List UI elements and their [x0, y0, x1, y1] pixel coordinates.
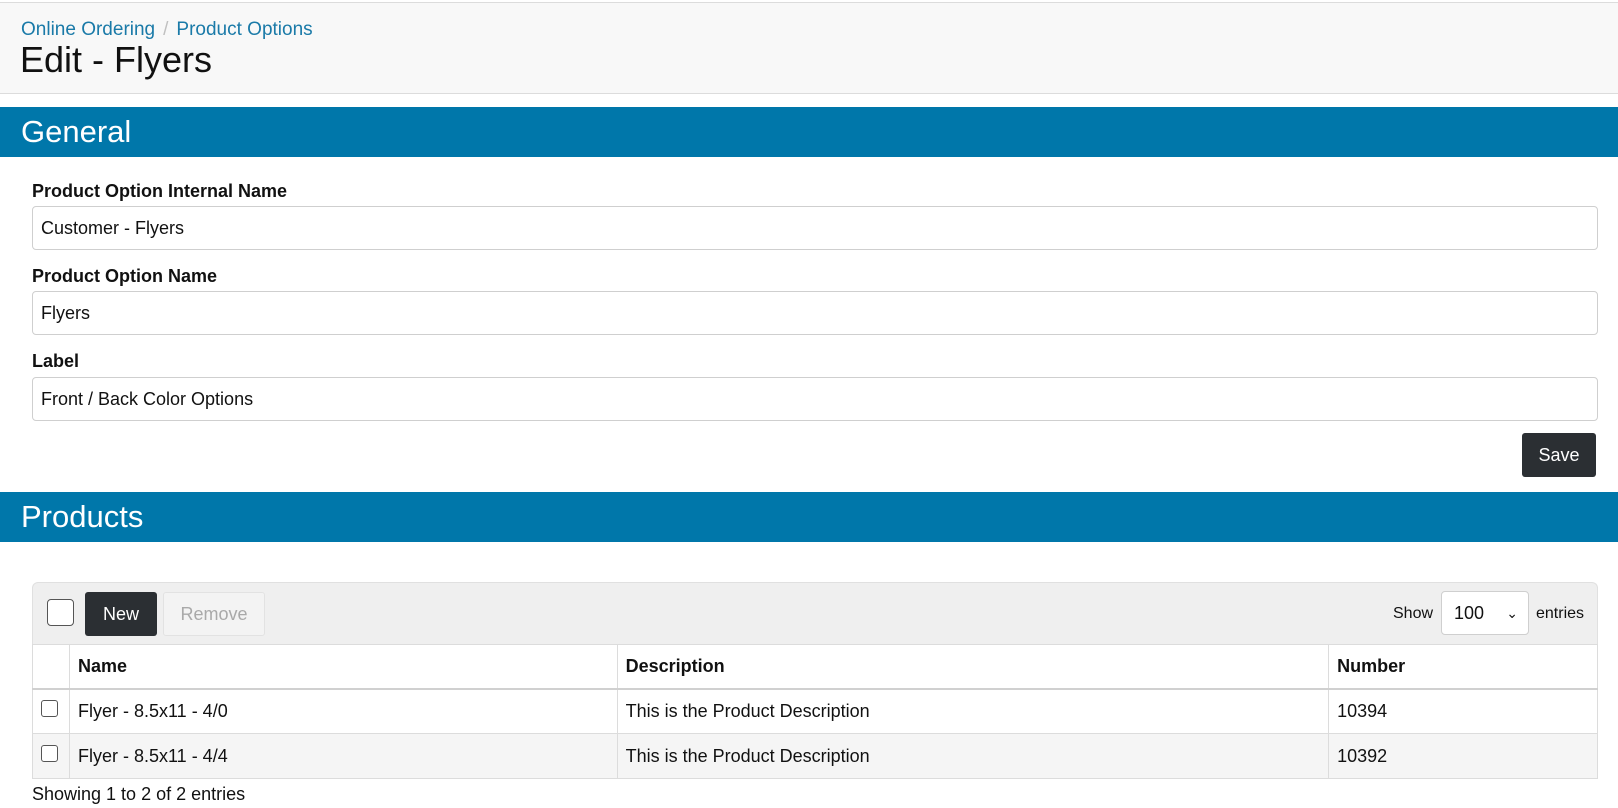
label-field-label: Label [32, 351, 80, 371]
product-name-cell: Flyer - 8.5x11 - 4/0 [68, 688, 618, 734]
entries-per-page-select[interactable]: 100 ⌄ [1441, 591, 1529, 635]
page-title: Edit - Flyers [20, 39, 213, 80]
select-all-checkbox[interactable] [47, 599, 74, 626]
column-header-select [32, 644, 70, 690]
row-checkbox[interactable] [41, 700, 58, 718]
table-info: Showing 1 to 2 of 2 entries [32, 784, 246, 804]
remove-button[interactable]: Remove [163, 592, 265, 636]
page-header: Online Ordering / Product Options Edit - F… [0, 2, 1618, 94]
products-table: Name Description Number Flyer - 8.5x11 -… [32, 644, 1598, 779]
column-header-name[interactable]: Name [68, 644, 618, 690]
internal-name-label: Product Option Internal Name [32, 181, 288, 201]
internal-name-input[interactable] [32, 206, 1598, 250]
row-select-cell [32, 733, 70, 779]
new-button[interactable]: New [85, 592, 157, 636]
row-select-cell [32, 688, 70, 734]
product-description-cell: This is the Product Description [616, 733, 1330, 779]
products-section-heading: Products [0, 492, 1618, 542]
show-label: Show [1393, 605, 1434, 622]
breadcrumb-online-ordering[interactable]: Online Ordering [21, 19, 155, 40]
breadcrumb-product-options[interactable]: Product Options [176, 19, 312, 40]
breadcrumb: Online Ordering / Product Options [21, 19, 313, 41]
general-section-heading: General [0, 107, 1618, 157]
product-number-cell: 10392 [1328, 733, 1598, 779]
entries-per-page-value: 100 [1454, 603, 1485, 623]
breadcrumb-separator: / [163, 19, 169, 40]
column-header-number[interactable]: Number [1328, 644, 1598, 690]
entries-label: entries [1536, 605, 1585, 622]
table-header-row: Name Description Number [32, 644, 1598, 690]
table-row[interactable]: Flyer - 8.5x11 - 4/4 This is the Product… [32, 733, 1598, 779]
product-name-cell: Flyer - 8.5x11 - 4/4 [68, 733, 618, 779]
row-checkbox[interactable] [41, 745, 58, 762]
product-number-cell: 10394 [1328, 688, 1598, 734]
label-input[interactable] [32, 377, 1598, 421]
option-name-label: Product Option Name [32, 266, 218, 286]
chevron-down-icon: ⌄ [1506, 605, 1518, 621]
products-toolbar: New Remove Show 100 ⌄ entries [32, 582, 1598, 644]
column-header-description[interactable]: Description [616, 644, 1330, 690]
save-button[interactable]: Save [1522, 433, 1596, 477]
option-name-input[interactable] [32, 291, 1598, 335]
product-description-cell: This is the Product Description [616, 688, 1330, 734]
table-row[interactable]: Flyer - 8.5x11 - 4/0 This is the Product… [32, 688, 1598, 734]
